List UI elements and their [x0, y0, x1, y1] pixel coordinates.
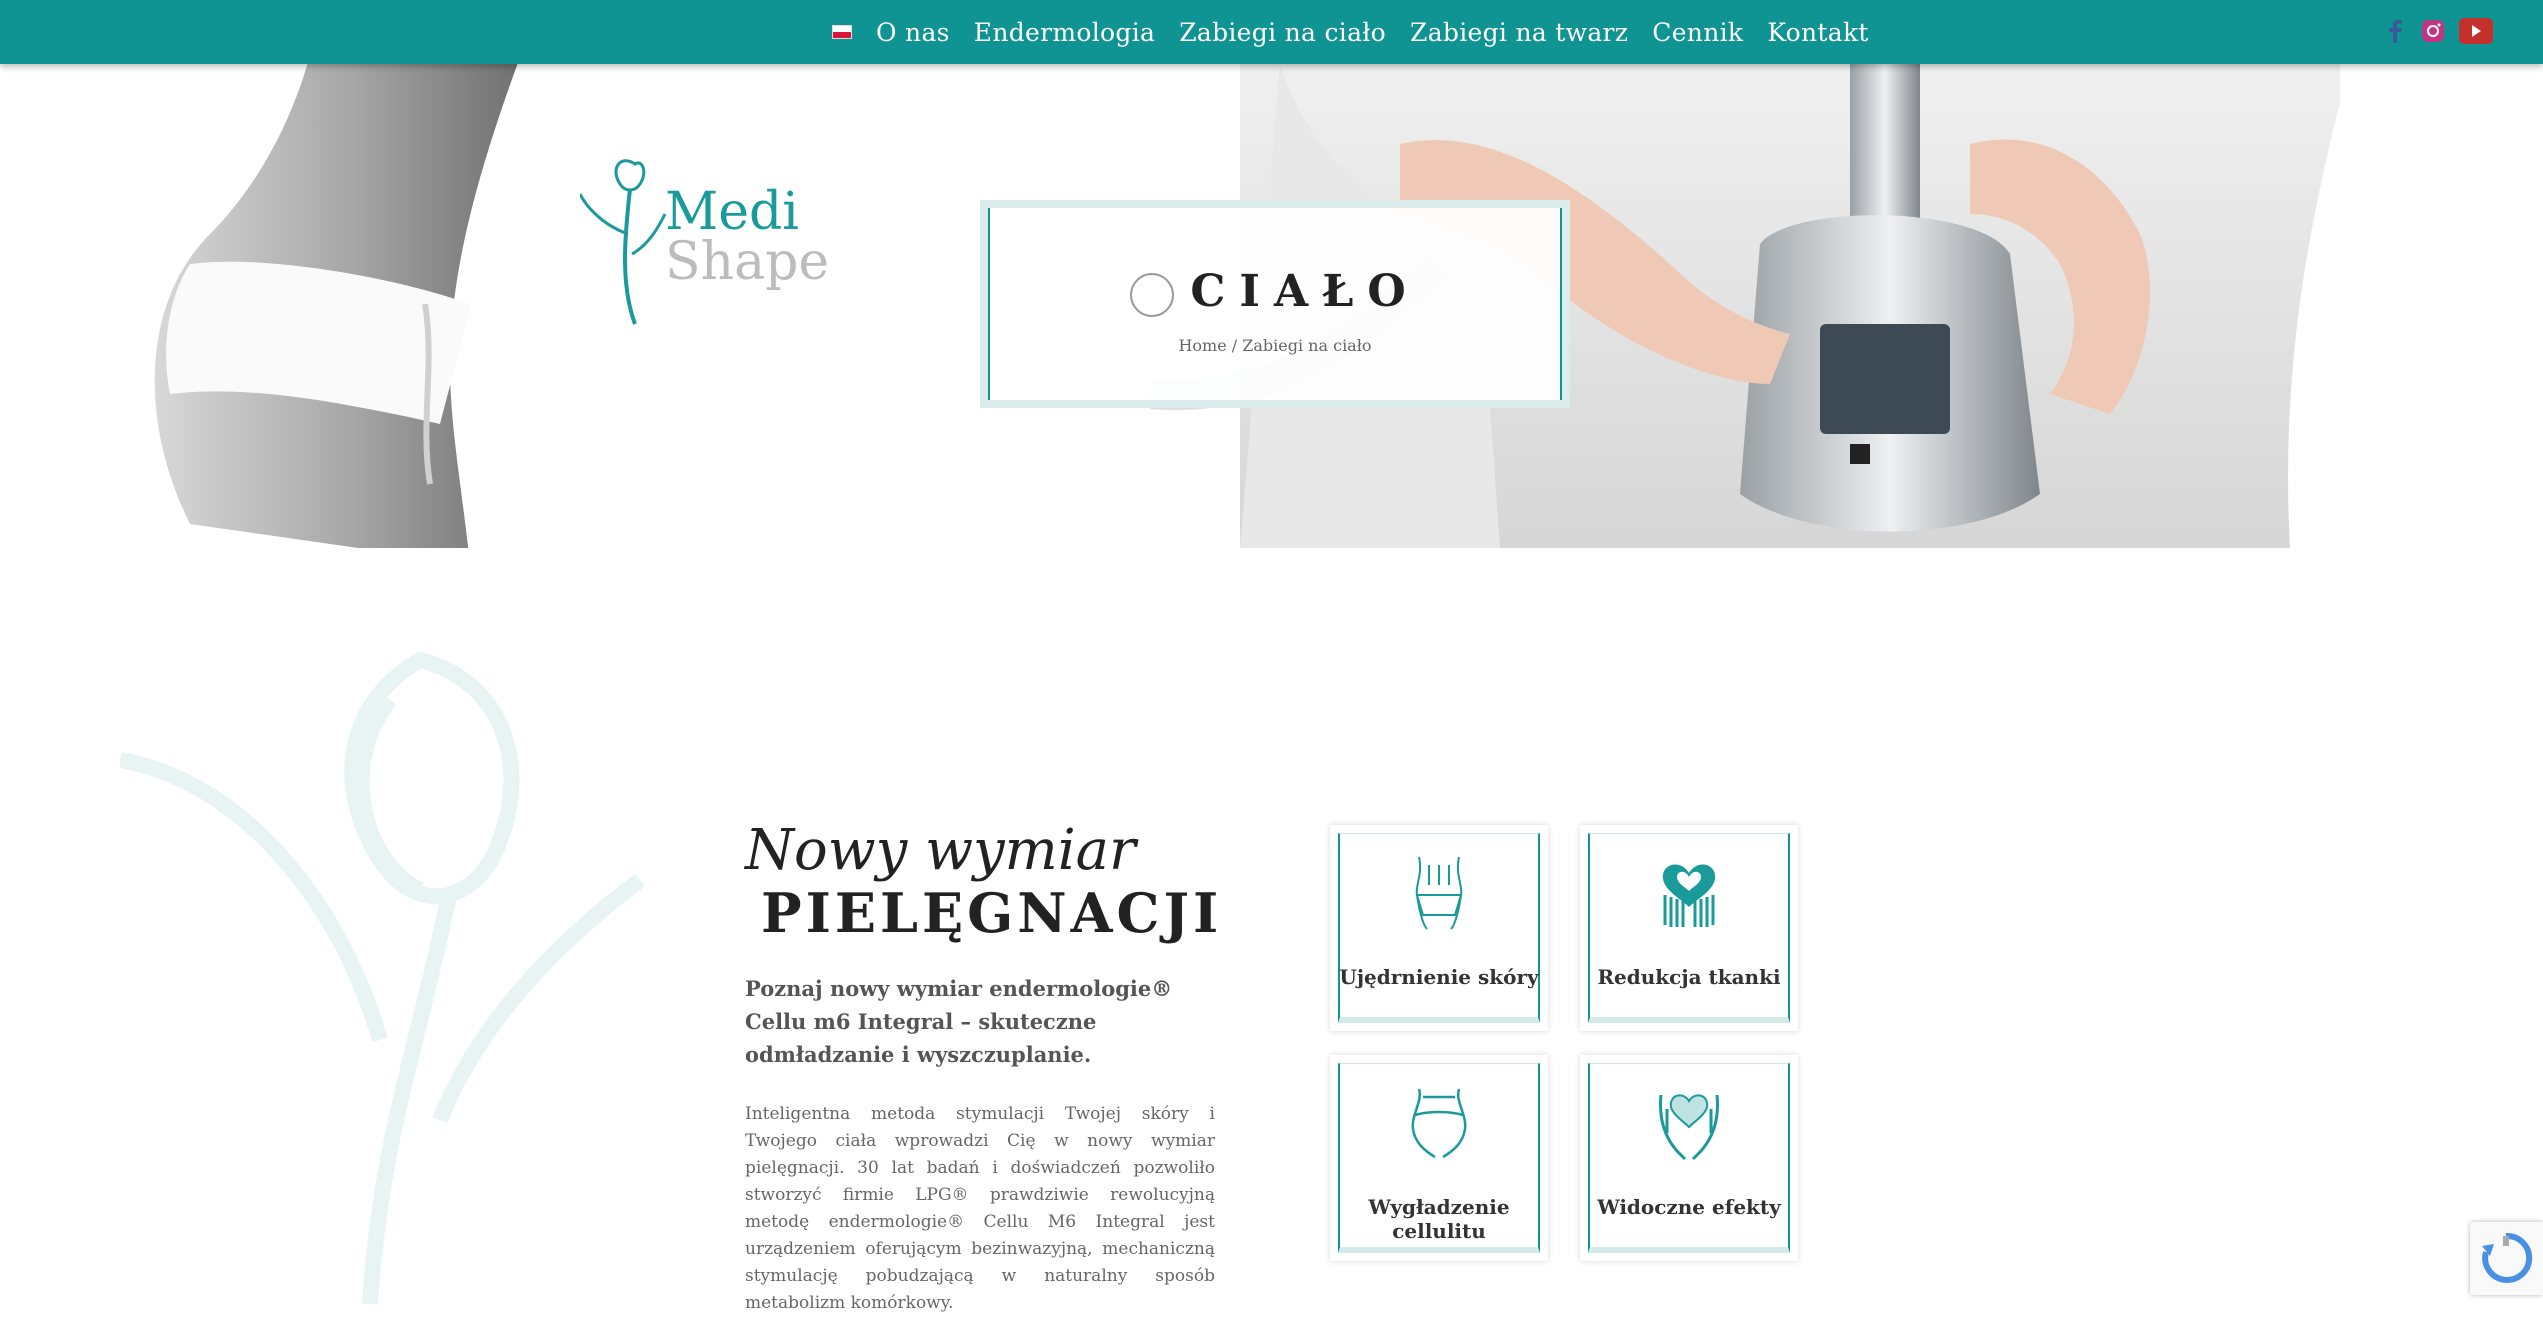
body-silhouette-image: [154, 64, 518, 548]
feature-label: Redukcja tkanki: [1597, 965, 1781, 989]
top-navigation-bar: O nas Endermologia Zabiegi na ciało Zabi…: [0, 0, 2543, 64]
facebook-icon[interactable]: [2383, 18, 2407, 44]
page-title: CIAŁO: [988, 266, 1562, 317]
hips-silhouette-icon: [1411, 1088, 1467, 1159]
youtube-icon[interactable]: [2459, 18, 2493, 44]
logo-text-shape: Shape: [665, 232, 830, 292]
feature-tile-wygladzenie[interactable]: Wygładzenie cellulitu: [1330, 1055, 1548, 1261]
recaptcha-icon: [2482, 1232, 2533, 1283]
intro-description: Inteligentna metoda stymulacji Twojej sk…: [745, 1104, 1215, 1313]
social-links: [2383, 18, 2493, 44]
intro-heading-italic: Nowy wymiar: [745, 818, 1136, 883]
emblem-icon: [1130, 272, 1175, 317]
nav-item-kontakt[interactable]: Kontakt: [1767, 18, 1868, 47]
main-menu: O nas Endermologia Zabiegi na ciało Zabi…: [832, 0, 1869, 64]
feature-label: Wygładzenie cellulitu: [1368, 1195, 1510, 1243]
heart-hands-icon: [1662, 864, 1716, 927]
feature-tile-efekty[interactable]: Widoczne efekty: [1580, 1055, 1798, 1261]
tulip-watermark: [120, 651, 645, 1304]
instagram-icon[interactable]: [2421, 18, 2445, 44]
feature-tile-ujedrnienie[interactable]: Ujędrnienie skóry: [1330, 825, 1548, 1031]
hands-heart-icon: [1659, 1094, 1719, 1161]
hero-banner: Medi Shape CIAŁO Home / Zabiegi na ciało: [0, 64, 2543, 548]
feature-label: Widoczne efekty: [1597, 1195, 1781, 1219]
body-silhouette-icon: [1415, 856, 1463, 930]
nav-item-zabiegi-na-twarz[interactable]: Zabiegi na twarz: [1410, 18, 1628, 47]
recaptcha-badge[interactable]: [2470, 1222, 2543, 1295]
nav-item-cennik[interactable]: Cennik: [1652, 18, 1743, 47]
medi-shape-logo[interactable]: Medi Shape: [580, 134, 829, 334]
feature-label: Ujędrnienie skóry: [1339, 965, 1539, 989]
breadcrumb[interactable]: Home / Zabiegi na ciało: [988, 336, 1562, 355]
nav-item-zabiegi-na-cialo[interactable]: Zabiegi na ciało: [1179, 18, 1386, 47]
polish-flag-icon[interactable]: [832, 25, 852, 39]
intro-section: Nowy wymiar PIELĘGNACJI Poznaj nowy wymi…: [745, 818, 1223, 1317]
nav-item-o-nas[interactable]: O nas: [876, 18, 950, 47]
intro-heading-bold: PIELĘGNACJI: [761, 881, 1223, 945]
nav-item-endermologia[interactable]: Endermologia: [974, 18, 1155, 47]
intro-lead: Poznaj nowy wymiar endermologie® Cellu m…: [745, 976, 1173, 1067]
feature-tile-redukcja[interactable]: Redukcja tkanki: [1580, 825, 1798, 1031]
page-title-box: CIAŁO Home / Zabiegi na ciało: [980, 200, 1570, 408]
page-title-text: CIAŁO: [1190, 266, 1420, 317]
